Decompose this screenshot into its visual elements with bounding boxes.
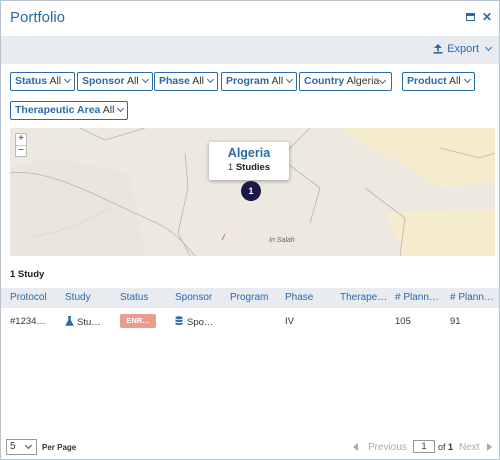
map-cluster-marker[interactable]: 1	[241, 181, 261, 201]
cell-planned-1: 105	[395, 316, 411, 327]
column-header-sponsor[interactable]: Sponsor	[175, 292, 212, 303]
zoom-out-button[interactable]: −	[16, 145, 26, 156]
cell-planned-2: 91	[450, 316, 461, 327]
chevron-down-icon	[117, 104, 125, 113]
column-header-planned-1[interactable]: # Plann…	[395, 292, 439, 303]
filter-label: Status	[15, 75, 48, 87]
filter-status[interactable]: Status All	[10, 72, 76, 91]
tooltip-count: 1 Studies	[209, 162, 289, 173]
chevron-down-icon	[24, 441, 33, 450]
window-title: Portfolio	[10, 9, 66, 26]
filter-label: Program	[226, 75, 270, 87]
chevron-down-icon	[141, 75, 149, 84]
close-icon[interactable]: ✕	[480, 10, 494, 24]
chevron-down-icon	[378, 76, 387, 85]
zoom-in-button[interactable]: +	[16, 134, 26, 145]
flask-icon	[65, 316, 74, 326]
column-header-study[interactable]: Study	[65, 292, 91, 303]
filter-label: Sponsor	[82, 75, 125, 87]
filter-sponsor[interactable]: Sponsor All	[77, 72, 153, 91]
column-header-planned-2[interactable]: # Plann…	[450, 292, 494, 303]
filter-value: Algeria	[346, 75, 380, 87]
filter-country[interactable]: Country Algeria	[299, 72, 392, 91]
filter-label: Country	[304, 75, 345, 87]
filter-label: Product	[407, 75, 447, 87]
chevron-down-icon	[64, 75, 72, 84]
filter-value: All	[449, 75, 461, 87]
next-arrow-icon[interactable]	[487, 443, 492, 451]
column-header-phase[interactable]: Phase	[285, 292, 313, 303]
filter-value: All	[49, 75, 62, 87]
cell-protocol: #1234…	[10, 316, 46, 327]
of-label: of	[438, 442, 446, 452]
filter-therapeutic-area[interactable]: Therapeutic Area All	[10, 101, 129, 120]
export-button[interactable]: Export	[433, 43, 493, 55]
column-header-protocol[interactable]: Protocol	[10, 292, 47, 303]
tooltip-country: Algeria	[227, 146, 271, 160]
filter-program[interactable]: Program All	[221, 72, 298, 91]
per-page-label: Per Page	[42, 443, 77, 452]
tooltip-count-value: 1	[227, 162, 234, 173]
result-count: 1 Study	[10, 269, 45, 280]
cell-sponsor-text: Spo…	[187, 317, 214, 328]
page-total: of 1	[438, 442, 453, 452]
per-page-value: 5	[10, 441, 16, 452]
column-header-program[interactable]: Program	[230, 292, 268, 303]
maximize-icon[interactable]	[463, 10, 477, 24]
column-header-status[interactable]: Status	[120, 292, 148, 303]
previous-arrow-icon[interactable]	[353, 443, 358, 451]
filter-product[interactable]: Product All	[402, 72, 475, 91]
chevron-down-icon	[286, 75, 294, 84]
total-pages: 1	[448, 442, 454, 452]
next-button[interactable]: Next	[459, 442, 480, 453]
status-badge: ENR…	[120, 314, 156, 328]
map-view[interactable]: + − Algeria 1 Studies 1 In Salah	[10, 128, 495, 256]
chevron-down-icon	[206, 75, 214, 84]
filter-value: All	[271, 75, 284, 87]
cell-phase: IV	[285, 316, 294, 327]
title-bar: Portfolio ✕	[1, 1, 499, 35]
cell-study[interactable]: Stu…	[65, 316, 101, 328]
table-row[interactable]: #1234… Stu… ENR… Spo… IV 105 91	[1, 309, 499, 333]
map-place-label: In Salah	[269, 237, 295, 244]
toolbar: Export	[1, 36, 499, 64]
cell-study-text: Stu…	[77, 317, 101, 328]
previous-button[interactable]: Previous	[368, 442, 407, 453]
filter-value: All	[126, 75, 139, 87]
tooltip-count-unit: Studies	[235, 162, 271, 173]
page-number-input[interactable]: 1	[413, 440, 435, 453]
filter-phase[interactable]: Phase All	[154, 72, 218, 91]
chevron-down-icon	[463, 75, 471, 84]
cell-sponsor[interactable]: Spo…	[175, 316, 213, 328]
upload-icon	[433, 44, 443, 54]
map-tooltip: Algeria 1 Studies	[209, 142, 289, 180]
pagination-bar: 5 Per Page Previous 1 of 1 Next	[1, 436, 499, 460]
table-header: Protocol Study Status Sponsor Program Ph…	[1, 288, 499, 308]
filter-label: Therapeutic Area	[15, 104, 101, 116]
portfolio-window: Portfolio ✕ Export Status All Sponsor Al…	[0, 0, 500, 460]
chevron-down-icon	[484, 43, 493, 51]
filter-value: All	[192, 75, 204, 87]
per-page-select[interactable]: 5	[6, 439, 37, 455]
database-icon	[175, 316, 183, 326]
filter-label: Phase	[159, 75, 190, 87]
export-label: Export	[447, 43, 479, 55]
column-header-therapeutic-area[interactable]: Therape…	[340, 292, 387, 303]
zoom-control: + −	[15, 133, 27, 157]
filter-value: All	[102, 104, 115, 116]
